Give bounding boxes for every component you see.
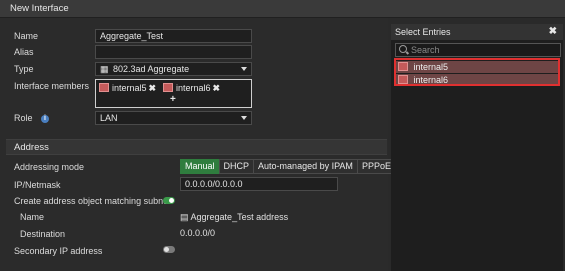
remove-icon[interactable]: ✖ bbox=[149, 83, 157, 93]
interface-icon bbox=[99, 83, 109, 93]
interface-icon bbox=[163, 83, 173, 93]
remove-icon[interactable]: ✖ bbox=[213, 83, 221, 93]
ip-netmask-input[interactable]: 0.0.0.0/0.0.0.0 bbox=[180, 177, 338, 191]
type-select[interactable]: ▦ 802.3ad Aggregate bbox=[95, 62, 252, 76]
object-name-label: Name bbox=[20, 212, 45, 222]
chevron-down-icon bbox=[241, 67, 247, 71]
ip-netmask-label: IP/Netmask bbox=[14, 180, 61, 190]
search-icon bbox=[399, 45, 407, 53]
create-object-label: Create address object matching subnet bbox=[14, 196, 171, 206]
object-name-row: ▤ Aggregate_Test address bbox=[180, 212, 288, 223]
members-label: Interface members bbox=[14, 81, 90, 91]
name-label: Name bbox=[14, 31, 39, 41]
window-title: New Interface bbox=[10, 3, 69, 14]
chevron-down-icon bbox=[241, 116, 247, 120]
toggle-knob bbox=[169, 198, 174, 203]
addressing-mode-label: Addressing mode bbox=[14, 162, 85, 172]
mode-dhcp-button[interactable]: DHCP bbox=[218, 159, 255, 174]
type-label: Type bbox=[14, 64, 34, 74]
window-titlebar: New Interface bbox=[0, 0, 565, 18]
type-value: 802.3ad Aggregate bbox=[113, 64, 190, 74]
address-object-icon: ▤ bbox=[180, 212, 189, 222]
object-name-value: Aggregate_Test address bbox=[190, 212, 289, 222]
info-icon[interactable]: i bbox=[41, 114, 50, 123]
close-icon[interactable]: ✖ bbox=[549, 26, 557, 37]
destination-value: 0.0.0.0/0 bbox=[180, 228, 216, 238]
alias-input[interactable] bbox=[95, 45, 252, 59]
add-member-button[interactable]: + bbox=[170, 94, 176, 105]
search-input[interactable]: Search bbox=[395, 43, 561, 57]
members-box[interactable]: internal5 ✖ internal6 ✖ + bbox=[95, 79, 252, 108]
role-label: Role bbox=[14, 113, 33, 123]
role-value: LAN bbox=[100, 113, 118, 123]
selection-highlight-box bbox=[394, 58, 560, 86]
alias-label: Alias bbox=[14, 47, 34, 57]
panel-header: Select Entries ✖ bbox=[391, 24, 563, 40]
member-chip: internal6 ✖ bbox=[163, 83, 220, 94]
addressing-mode-toggle: Manual DHCP Auto-managed by IPAM PPPoE bbox=[180, 159, 396, 174]
select-entries-panel: Select Entries ✖ Search internal5 intern… bbox=[391, 24, 563, 271]
address-section-header: Address bbox=[6, 139, 387, 155]
destination-label: Destination bbox=[20, 229, 66, 239]
address-section-title: Address bbox=[14, 142, 49, 153]
mode-ipam-button[interactable]: Auto-managed by IPAM bbox=[253, 159, 358, 174]
member-label: internal6 bbox=[176, 83, 211, 93]
aggregate-icon: ▦ bbox=[100, 64, 109, 74]
search-placeholder: Search bbox=[411, 45, 440, 55]
name-input[interactable]: Aggregate_Test bbox=[95, 29, 252, 43]
role-label-row: Role i bbox=[14, 113, 50, 123]
panel-title: Select Entries bbox=[395, 27, 451, 37]
member-label: internal5 bbox=[112, 83, 147, 93]
toggle-knob bbox=[164, 247, 169, 252]
member-chip: internal5 ✖ bbox=[99, 83, 156, 94]
create-object-toggle[interactable] bbox=[163, 197, 175, 204]
secondary-ip-toggle[interactable] bbox=[163, 246, 175, 253]
role-select[interactable]: LAN bbox=[95, 111, 252, 125]
secondary-ip-label: Secondary IP address bbox=[14, 246, 103, 256]
mode-manual-button[interactable]: Manual bbox=[180, 159, 220, 174]
